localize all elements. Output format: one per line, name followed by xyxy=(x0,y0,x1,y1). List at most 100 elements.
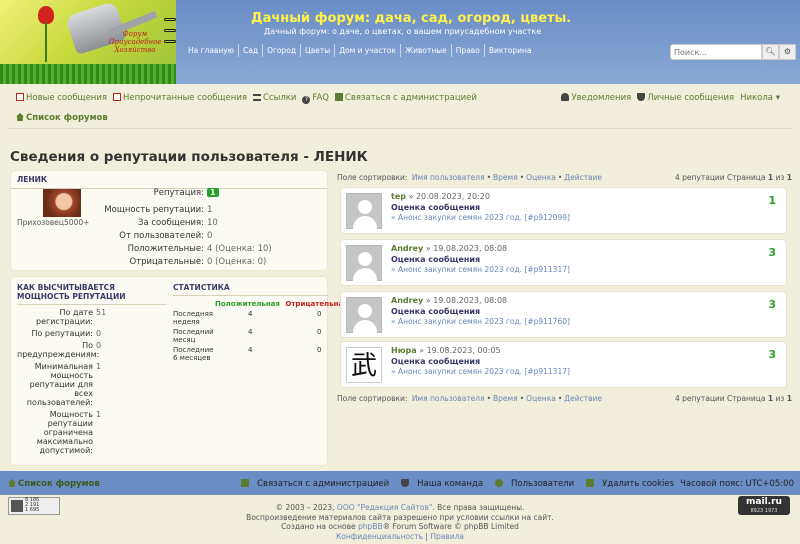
entry-user[interactable]: tep xyxy=(391,192,406,201)
entry-topic-link[interactable]: » Анонс закупки семян 2023 год. [#p91131… xyxy=(391,367,570,376)
new-posts-link[interactable]: Новые сообщения xyxy=(16,93,107,104)
avatar xyxy=(43,189,81,217)
topnav-house[interactable]: Дом и участок xyxy=(335,44,402,57)
question-icon: ? xyxy=(302,96,311,104)
entry-user[interactable]: Andrey xyxy=(391,296,423,305)
reputation-row: Репутация: 1 xyxy=(91,188,331,198)
footer-bar: Список форумов Связаться с администрацие… xyxy=(0,471,800,495)
breadcrumb[interactable]: Список форумов xyxy=(16,113,108,123)
bars-icon xyxy=(253,94,261,101)
home-icon xyxy=(16,113,24,121)
sort-username[interactable]: Имя пользователя xyxy=(412,394,485,403)
unread-posts-link[interactable]: Непрочитанные сообщения xyxy=(113,93,247,104)
gear-icon[interactable]: ⚙ xyxy=(779,44,796,60)
profile-panel: ЛЕНИК Прихозовец5000+ Репутация: 1 Мощнос… xyxy=(10,170,328,271)
private-messages-link[interactable]: Личные сообщения xyxy=(637,93,734,104)
copyright: © 2003 – 2023, ООО "Редакция Сайтов". Вс… xyxy=(246,503,554,541)
users-icon xyxy=(495,479,504,487)
entry-title: Оценка сообщения xyxy=(391,255,481,264)
list-item: Andrey » 19.08.2023, 08:08 Оценка сообще… xyxy=(340,239,787,286)
topnav-flowers[interactable]: Цветы xyxy=(301,44,336,57)
search-input[interactable] xyxy=(670,44,762,60)
topnav-animals[interactable]: Животные xyxy=(401,44,452,57)
file-icon xyxy=(113,93,121,101)
home-icon xyxy=(8,479,16,487)
entry-title: Оценка сообщения xyxy=(391,203,481,212)
header: Форум Приусадебное Хозяйство Дачный фору… xyxy=(0,0,800,84)
sort-bar-top: Поле сортировки: Имя пользователя • Время •… xyxy=(337,173,792,182)
navbar: Новые сообщения Непрочитанные сообщения … xyxy=(16,93,786,104)
trash-icon xyxy=(586,479,595,487)
footer-members-link[interactable]: Пользователи xyxy=(489,479,574,489)
topnav-garden[interactable]: Сад xyxy=(239,44,264,57)
footer-contact-link[interactable]: Связаться с администрацией xyxy=(235,479,389,489)
entry-score: 3 xyxy=(768,246,776,259)
pagination: 4 репутации Страница 1 из 1 xyxy=(674,173,792,182)
reputation-badge: 1 xyxy=(207,188,219,197)
topnav-quiz[interactable]: Викторина xyxy=(485,44,536,57)
reputation-details-panel: КАК ВЫСЧИТЫВАЕТСЯ МОЩНОСТЬ РЕПУТАЦИИ По … xyxy=(10,276,348,466)
bell-icon xyxy=(561,93,570,101)
contact-admin-link[interactable]: Связаться с администрацией xyxy=(334,93,477,104)
entry-topic-link[interactable]: » Анонс закупки семян 2023 год. [#p91131… xyxy=(391,265,570,274)
file-icon xyxy=(16,93,24,101)
site-logo[interactable]: Форум Приусадебное Хозяйство xyxy=(0,0,176,84)
sort-username[interactable]: Имя пользователя xyxy=(412,173,485,182)
publisher-link[interactable]: ООО "Редакция Сайтов" xyxy=(337,503,432,512)
privacy-link[interactable]: Конфиденциальность xyxy=(336,532,423,541)
top-nav: На главную Сад Огород Цветы Дом и участо… xyxy=(184,44,535,57)
entry-score: 1 xyxy=(768,194,776,207)
entry-topic-link[interactable]: » Анонс закупки семян 2023 год. [#p91209… xyxy=(391,213,570,222)
shield-icon xyxy=(401,479,410,487)
list-item: 武 Нюра » 19.08.2023, 00:05 Оценка сообще… xyxy=(340,341,787,388)
notifications-link[interactable]: Уведомления xyxy=(561,93,631,104)
username-heading[interactable]: ЛЕНИК xyxy=(11,171,327,189)
entry-title: Оценка сообщения xyxy=(391,307,481,316)
sort-rating[interactable]: Оценка xyxy=(526,394,556,403)
faq-link[interactable]: ? FAQ xyxy=(302,93,329,104)
sort-bar-bottom: Поле сортировки: Имя пользователя • Время •… xyxy=(337,394,792,403)
topnav-law[interactable]: Право xyxy=(452,44,485,57)
phpbb-link[interactable]: phpBB xyxy=(358,522,383,531)
entry-user[interactable]: Нюра xyxy=(391,346,417,355)
sort-time[interactable]: Время xyxy=(493,173,518,182)
timezone: Часовой пояс: UTC+05:00 xyxy=(680,479,794,489)
topnav-vegetable[interactable]: Огород xyxy=(263,44,302,57)
table-row: Последний месяц 4 0 xyxy=(173,328,322,344)
footer-delete-cookies-link[interactable]: Удалить cookies xyxy=(580,479,674,489)
list-item: Andrey » 19.08.2023, 08:08 Оценка сообще… xyxy=(340,291,787,338)
site-title[interactable]: Дачный форум: дача, сад, огород, цветы. xyxy=(251,11,571,26)
statistics-table: Положительная Отрицательная Последняя нед… xyxy=(173,299,353,363)
entry-score: 3 xyxy=(768,298,776,311)
sort-time[interactable]: Время xyxy=(493,394,518,403)
binder-rings xyxy=(164,18,178,58)
power-calc-heading: КАК ВЫСЧИТЫВАЕТСЯ МОЩНОСТЬ РЕПУТАЦИИ xyxy=(17,283,167,305)
search-icon[interactable]: 🔍︎ xyxy=(762,44,779,60)
topnav-home[interactable]: На главную xyxy=(184,44,240,57)
avatar xyxy=(346,193,382,230)
sort-rating[interactable]: Оценка xyxy=(526,173,556,182)
table-row: Последние 6 месяцев 4 0 xyxy=(173,346,322,362)
logo-text: Форум Приусадебное Хозяйство xyxy=(108,30,162,54)
entry-score: 3 xyxy=(768,348,776,361)
user-menu[interactable]: Никола ▾ xyxy=(740,93,780,104)
user-rank: Прихозовец5000+ xyxy=(17,218,90,227)
sort-action[interactable]: Действие xyxy=(564,173,602,182)
search-box: 🔍︎ ⚙ xyxy=(670,44,796,60)
site-description: Дачный форум: о даче, о цветах, о вашем … xyxy=(264,27,542,36)
list-item: tep » 20.08.2023, 20:20 Оценка сообщения… xyxy=(340,187,787,234)
avatar xyxy=(346,245,382,282)
footer-breadcrumb[interactable]: Список форумов xyxy=(8,479,100,489)
entry-topic-link[interactable]: » Анонс закупки семян 2023 год. [#p91176… xyxy=(391,317,570,326)
avatar: 武 xyxy=(346,347,382,383)
links-menu[interactable]: Ссылки xyxy=(253,93,296,104)
entry-title: Оценка сообщения xyxy=(391,357,481,366)
sort-action[interactable]: Действие xyxy=(564,394,602,403)
page-title: Сведения о репутации пользователя - ЛЕНИ… xyxy=(10,149,368,165)
caret-down-icon: ▾ xyxy=(775,93,780,103)
envelope-icon xyxy=(241,479,250,487)
footer-team-link[interactable]: Наша команда xyxy=(395,479,483,489)
entry-user[interactable]: Andrey xyxy=(391,244,423,253)
inbox-icon xyxy=(637,93,646,101)
rules-link[interactable]: Правила xyxy=(430,532,464,541)
